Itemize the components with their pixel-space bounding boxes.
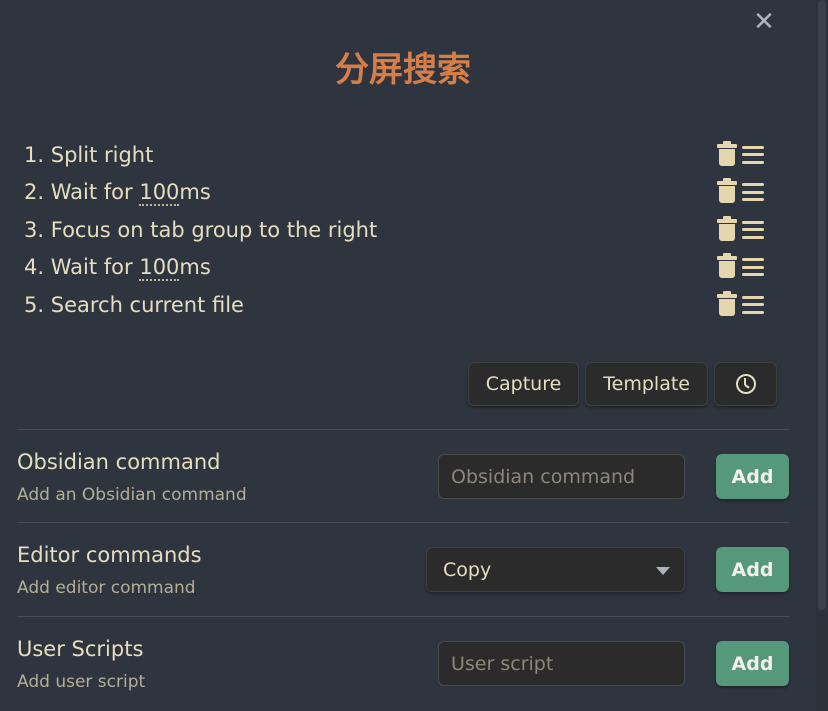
trash-icon[interactable] bbox=[716, 178, 738, 204]
modal-title: 分屏搜索 bbox=[335, 50, 471, 90]
trash-icon[interactable] bbox=[716, 140, 738, 167]
command-row: 1. Split right bbox=[24, 136, 768, 174]
editor-command-select[interactable]: Copy bbox=[426, 547, 685, 592]
command-actions bbox=[716, 253, 764, 279]
template-button[interactable]: Template bbox=[585, 362, 708, 406]
setting-description: Add user script bbox=[17, 672, 146, 692]
setting-description: Add editor command bbox=[17, 578, 196, 598]
macro-modal: ✕ 分屏搜索 1. Split right 2. Wait for 100ms … bbox=[0, 0, 816, 711]
wait-duration[interactable]: 100 bbox=[139, 180, 180, 207]
command-actions bbox=[716, 215, 764, 242]
close-icon[interactable]: ✕ bbox=[752, 9, 776, 35]
capture-button[interactable]: Capture bbox=[467, 362, 580, 406]
command-text: 4. Wait for 100ms bbox=[24, 255, 211, 282]
setting-name: User Scripts bbox=[17, 637, 144, 661]
add-obsidian-command-button[interactable]: Add bbox=[716, 454, 789, 499]
drag-handle-icon[interactable] bbox=[742, 258, 764, 277]
command-number: 1. bbox=[24, 142, 45, 167]
command-number: 3. bbox=[24, 217, 45, 242]
select-value: Copy bbox=[443, 558, 492, 581]
command-row: 3. Focus on tab group to the right bbox=[24, 211, 768, 249]
command-row: 2. Wait for 100ms bbox=[24, 174, 768, 212]
trash-icon[interactable] bbox=[716, 215, 738, 242]
command-text: 1. Split right bbox=[24, 143, 153, 167]
command-actions bbox=[716, 178, 764, 204]
command-row: 4. Wait for 100ms bbox=[24, 249, 768, 287]
command-number: 5. bbox=[24, 292, 45, 317]
wait-unit: ms bbox=[179, 180, 211, 205]
command-text: 5. Search current file bbox=[24, 293, 244, 317]
command-label: Split right bbox=[50, 142, 154, 167]
macro-toolbar: Capture Template bbox=[467, 362, 777, 406]
command-label: Wait for bbox=[50, 180, 140, 205]
add-user-script-button[interactable]: Add bbox=[716, 641, 789, 686]
scrollbar-thumb[interactable] bbox=[818, 0, 826, 610]
drag-handle-icon[interactable] bbox=[742, 220, 764, 239]
wait-unit: ms bbox=[179, 255, 211, 280]
add-editor-command-button[interactable]: Add bbox=[716, 547, 789, 592]
obsidian-command-input[interactable] bbox=[438, 454, 685, 499]
trash-icon[interactable] bbox=[716, 253, 738, 279]
user-script-input[interactable] bbox=[438, 641, 685, 686]
command-label: Wait for bbox=[50, 255, 140, 280]
setting-editor-commands: Editor commands Add editor command Copy … bbox=[17, 522, 789, 615]
command-actions bbox=[716, 140, 764, 167]
command-text: 2. Wait for 100ms bbox=[24, 180, 211, 207]
wait-duration[interactable]: 100 bbox=[139, 255, 180, 282]
command-list: 1. Split right 2. Wait for 100ms 3. Focu… bbox=[24, 136, 768, 324]
clock-icon bbox=[735, 374, 756, 394]
command-number: 4. bbox=[24, 255, 45, 280]
command-label: Search current file bbox=[50, 292, 244, 317]
command-label: Focus on tab group to the right bbox=[50, 217, 378, 242]
setting-user-scripts: User Scripts Add user script Add bbox=[17, 616, 789, 709]
command-number: 2. bbox=[24, 180, 45, 205]
scrollbar[interactable] bbox=[816, 0, 828, 711]
drag-handle-icon[interactable] bbox=[742, 145, 764, 164]
command-actions bbox=[716, 290, 764, 317]
trash-icon[interactable] bbox=[716, 290, 738, 317]
setting-obsidian-command: Obsidian command Add an Obsidian command… bbox=[17, 429, 789, 522]
command-row: 5. Search current file bbox=[24, 286, 768, 324]
setting-description: Add an Obsidian command bbox=[17, 485, 247, 505]
chevron-down-icon bbox=[656, 567, 670, 575]
drag-handle-icon[interactable] bbox=[742, 295, 764, 314]
history-button[interactable] bbox=[714, 362, 777, 406]
setting-name: Editor commands bbox=[17, 543, 202, 567]
command-text: 3. Focus on tab group to the right bbox=[24, 218, 377, 242]
setting-name: Obsidian command bbox=[17, 450, 221, 474]
drag-handle-icon[interactable] bbox=[742, 183, 764, 202]
